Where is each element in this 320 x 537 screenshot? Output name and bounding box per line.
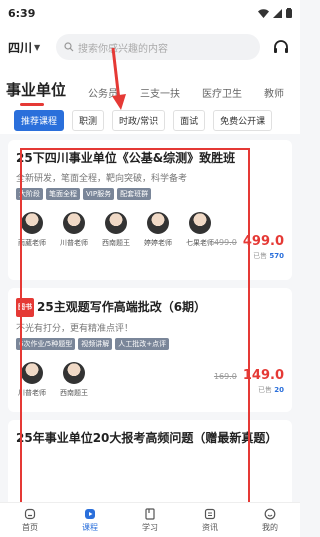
nav-news[interactable]: 资讯 (180, 503, 240, 537)
top-bar: 四川 ▼ 搜索你感兴趣的内容 (0, 26, 300, 68)
news-icon (204, 508, 216, 519)
tab-civil-servant[interactable]: 公务员 (88, 85, 118, 100)
home-icon (24, 508, 36, 519)
tab-public-institution[interactable]: 事业单位 (6, 79, 66, 106)
status-icons (258, 8, 292, 18)
tab-medical[interactable]: 医疗卫生 (202, 85, 242, 100)
price-box: 499.0 499.0 已售 570 (214, 234, 284, 261)
current-price: 499.0 (242, 234, 284, 249)
avatar (105, 212, 127, 234)
course-subtitle: 不光有打分，更有精准点评！ (16, 324, 134, 334)
teacher-name: 七果老师 (186, 239, 214, 247)
tab-teacher[interactable]: 教师 (264, 85, 284, 100)
nav-courses[interactable]: 课程 (60, 503, 120, 537)
course-card[interactable]: 25年事业单位20大报考高频问题（赠最新真题） (8, 420, 292, 502)
book-badge: 图书 (16, 298, 34, 317)
teacher: 西南题王 (100, 212, 132, 248)
filter-chips: 推荐课程 职测 时政/常识 面试 免费公开课 (0, 106, 300, 134)
avatar (189, 212, 211, 234)
chip-free-class[interactable]: 免费公开课 (213, 109, 273, 131)
nav-study[interactable]: 学习 (120, 503, 180, 537)
tab-sanzhiyifu[interactable]: 三支一扶 (140, 85, 180, 100)
price-box: 169.0 149.0 已售 20 (214, 368, 284, 395)
chip-recommended[interactable]: 推荐课程 (14, 109, 65, 131)
avatar (63, 212, 85, 234)
course-title-row: 图书 25主观题写作高端批改（6期） (16, 298, 284, 317)
original-price: 169.0 (213, 372, 237, 381)
teacher-name: 西南题王 (102, 239, 130, 247)
wifi-icon (258, 8, 269, 18)
search-icon (64, 42, 74, 52)
avatar (21, 362, 43, 384)
course-card[interactable]: 图书 25主观题写作高端批改（6期） 不光有打分，更有精准点评！ 6次作业/5种题… (8, 288, 292, 412)
course-tag: 大阶段 (16, 188, 43, 200)
course-tag: 人工批改+点评 (115, 338, 170, 350)
teacher-name: 川普老师 (60, 239, 88, 247)
status-bar: 6:39 (0, 0, 300, 26)
chip-current-affairs[interactable]: 时政/常识 (112, 109, 166, 131)
course-tags: 大阶段 笔面全程 VIP服务 配套班群 (16, 188, 284, 200)
teacher: 七果老师 (184, 212, 216, 248)
search-input[interactable]: 搜索你感兴趣的内容 (56, 34, 260, 60)
course-title: 25年事业单位20大报考高频问题（赠最新真题） (16, 431, 278, 445)
chip-aptitude[interactable]: 职测 (72, 109, 105, 131)
avatar (63, 362, 85, 384)
course-card[interactable]: 25下四川事业单位《公基&综测》致胜班 全新研发，笔面全程，靶向突破，科学备考 … (8, 140, 292, 280)
status-time: 6:39 (8, 6, 36, 20)
nav-home[interactable]: 首页 (0, 503, 60, 537)
search-placeholder: 搜索你感兴趣的内容 (78, 43, 168, 55)
battery-icon (286, 8, 292, 18)
avatar (21, 212, 43, 234)
teacher: 婷婷老师 (142, 212, 174, 248)
chevron-down-icon: ▼ (34, 42, 41, 52)
teacher-name: 川普老师 (18, 389, 46, 397)
course-tag: 笔面全程 (46, 188, 80, 200)
play-icon (85, 508, 95, 519)
teacher: 雨葳老师 (16, 212, 48, 248)
nav-profile[interactable]: 我的 (240, 503, 300, 537)
teacher-name: 婷婷老师 (144, 239, 172, 247)
chip-interview[interactable]: 面试 (173, 109, 206, 131)
teacher-name: 雨葳老师 (18, 239, 46, 247)
signal-icon (273, 8, 282, 18)
headset-icon[interactable] (270, 39, 292, 55)
category-tabs: 事业单位 公务员 三支一扶 医疗卫生 教师 (0, 68, 300, 106)
course-title: 25下四川事业单位《公基&综测》致胜班 (16, 151, 236, 165)
book-icon (145, 507, 155, 520)
course-tag: 配套班群 (117, 188, 152, 200)
teacher: 川普老师 (16, 362, 48, 398)
course-tag: 6次作业/5种题型 (16, 338, 76, 350)
city-selector[interactable]: 四川 ▼ (8, 39, 56, 56)
course-tag: VIP服务 (83, 188, 115, 200)
course-feed[interactable]: 25下四川事业单位《公基&综测》致胜班 全新研发，笔面全程，靶向突破，科学备考 … (0, 140, 300, 502)
bottom-nav: 首页 课程 学习 资讯 我的 (0, 502, 300, 537)
course-tags: 6次作业/5种题型 视频讲解 人工批改+点评 (16, 338, 284, 350)
current-price: 149.0 (242, 368, 284, 383)
teacher: 西南题王 (58, 362, 90, 398)
teacher: 川普老师 (58, 212, 90, 248)
sold-count: 已售 570 (253, 252, 284, 260)
course-tag: 视频讲解 (78, 338, 113, 350)
course-subtitle: 全新研发，笔面全程，靶向突破，科学备考 (16, 174, 188, 184)
face-icon (264, 508, 276, 519)
avatar (147, 212, 169, 234)
teacher-name: 西南题王 (60, 389, 88, 397)
course-title: 25主观题写作高端批改（6期） (37, 300, 207, 314)
original-price: 499.0 (213, 238, 237, 247)
sold-count: 已售 20 (258, 386, 284, 394)
city-label: 四川 (8, 40, 33, 55)
